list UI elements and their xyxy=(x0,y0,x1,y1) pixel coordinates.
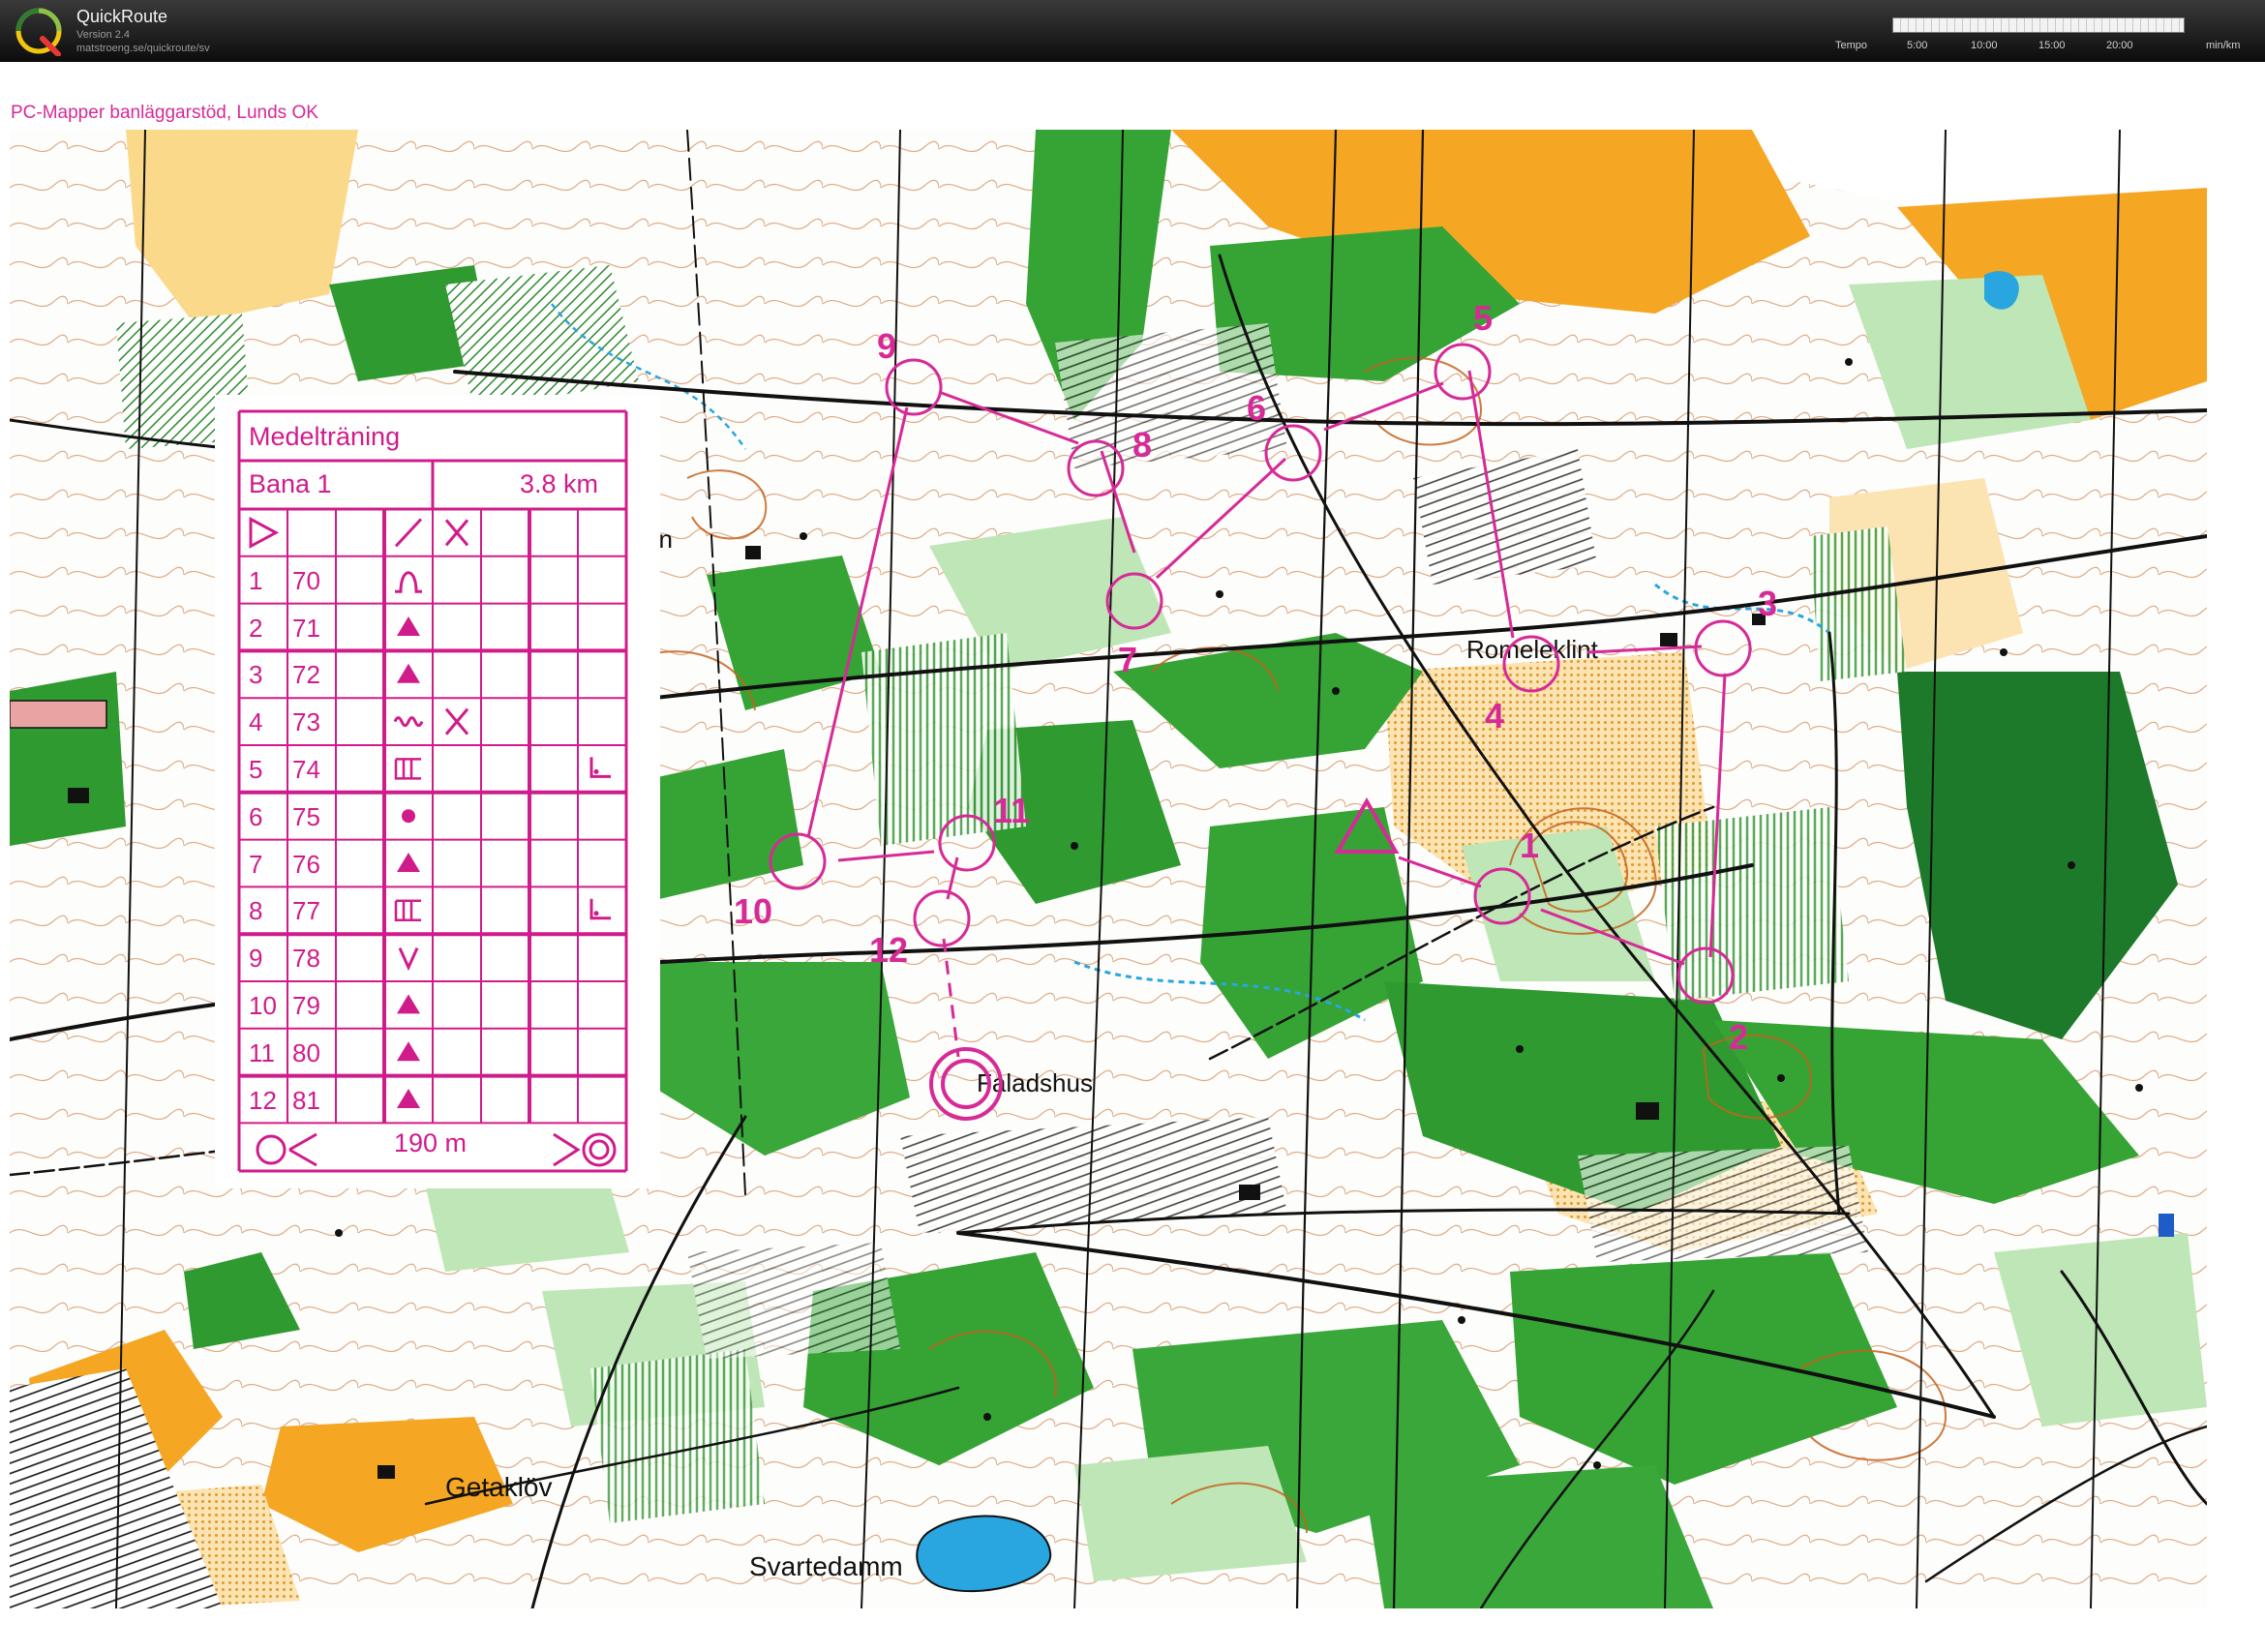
control-number-7: 7 xyxy=(1118,640,1137,679)
knoll-triangle-icon xyxy=(397,994,420,1014)
erosion-gully-icon xyxy=(393,716,424,728)
control-row-code: 75 xyxy=(292,801,320,831)
control-row-code: 78 xyxy=(292,944,320,974)
pace-label: Tempo xyxy=(1835,40,1868,51)
control-row-code: 74 xyxy=(292,755,320,784)
pace-tick: 10:00 xyxy=(1971,40,1998,51)
cliff-icon xyxy=(394,899,421,922)
place-name-svartedamm: Svartedamm xyxy=(749,1551,903,1581)
app-url: matstroeng.se/quickroute/sv xyxy=(76,43,210,54)
knoll-triangle-icon xyxy=(397,663,420,683)
pace-unit: min/km xyxy=(2206,40,2241,51)
control-row-code: 81 xyxy=(292,1085,320,1115)
finish-distance: 190 m xyxy=(394,1128,468,1157)
place-name-romeleklint: Romeleklint xyxy=(1466,635,1599,664)
control-row-number: 11 xyxy=(249,1037,275,1067)
control-row-code: 73 xyxy=(292,707,320,737)
control-row-code: 77 xyxy=(292,896,320,926)
control-number-11: 11 xyxy=(993,791,1030,830)
control-row-number: 4 xyxy=(249,707,263,737)
legend-course: Bana 1 xyxy=(249,469,332,498)
cliff-icon xyxy=(394,758,421,780)
control-number-3: 3 xyxy=(1758,584,1777,623)
app-header: QuickRoute Version 2.4 matstroeng.se/qui… xyxy=(0,0,2265,62)
start-triangle-icon xyxy=(249,516,280,549)
control-number-6: 6 xyxy=(1247,388,1266,428)
re-entrant-icon xyxy=(398,946,419,972)
app-version: Version 2.4 xyxy=(76,29,131,41)
dot-icon xyxy=(402,809,415,824)
pace-tick: 15:00 xyxy=(2038,40,2066,51)
control-row-code: 79 xyxy=(292,991,320,1020)
knoll-triangle-icon xyxy=(397,616,420,636)
control-number-4: 4 xyxy=(1485,696,1504,736)
control-row-number: 1 xyxy=(249,565,263,595)
control-number-5: 5 xyxy=(1473,298,1493,338)
legend-title: Medelträning xyxy=(249,422,401,451)
control-row-number: 3 xyxy=(249,660,263,690)
place-name-faladshus: Faladshus xyxy=(977,1068,1093,1097)
map-header: PC-Mapper banläggarstöd, Lunds OK xyxy=(11,103,318,123)
control-number-12: 12 xyxy=(869,930,908,970)
control-number-9: 9 xyxy=(877,326,896,366)
crossing-line-icon xyxy=(394,518,423,548)
control-row-number: 8 xyxy=(249,896,263,926)
crossing-icon xyxy=(444,707,469,736)
control-number-2: 2 xyxy=(1729,1017,1748,1057)
knoll-triangle-icon xyxy=(397,853,420,872)
knoll-triangle-icon xyxy=(397,1089,420,1108)
control-row-code: 71 xyxy=(292,613,320,643)
control-row-number: 12 xyxy=(249,1085,277,1115)
control-row-number: 10 xyxy=(249,991,277,1020)
control-row-number: 7 xyxy=(249,849,263,879)
control-description-sheet: Medelträning Bana 1 3.8 km 1 70 2 71 3 72 4 73 5… xyxy=(215,395,660,1188)
corner-dot-icon xyxy=(593,768,599,774)
control-number-10: 10 xyxy=(734,891,772,931)
spur-icon xyxy=(395,571,422,593)
inside-corner-icon xyxy=(589,757,611,778)
follow-tape-icon xyxy=(288,1132,317,1167)
inside-corner-icon xyxy=(589,898,611,920)
control-row-code: 80 xyxy=(292,1037,320,1067)
finish-start-circle-icon xyxy=(256,1134,287,1165)
control-row-code: 72 xyxy=(292,660,320,690)
funnel-icon xyxy=(553,1132,581,1167)
control-row-code: 70 xyxy=(292,565,320,595)
control-row-code: 76 xyxy=(292,849,320,879)
pace-tick: 5:00 xyxy=(1907,40,1928,51)
finish-outer-icon xyxy=(582,1132,617,1167)
control-number-1: 1 xyxy=(1520,826,1539,865)
crossing-icon xyxy=(444,519,469,547)
control-number-8: 8 xyxy=(1132,425,1152,465)
pace-tick: 20:00 xyxy=(2106,40,2133,51)
control-row-number: 5 xyxy=(249,755,263,784)
pace-scale-bar xyxy=(1892,17,2185,33)
legend-length: 3.8 km xyxy=(520,469,599,498)
control-row-number: 9 xyxy=(249,944,263,974)
finish-inner-icon xyxy=(589,1139,610,1160)
place-name-getaklov: Getaklöv xyxy=(445,1472,553,1502)
control-row-number: 6 xyxy=(249,801,263,831)
corner-dot-icon xyxy=(593,911,599,916)
app-title: QuickRoute xyxy=(76,7,168,26)
quickroute-logo-icon xyxy=(15,8,62,56)
control-row-number: 2 xyxy=(249,613,263,643)
knoll-triangle-icon xyxy=(397,1041,420,1062)
